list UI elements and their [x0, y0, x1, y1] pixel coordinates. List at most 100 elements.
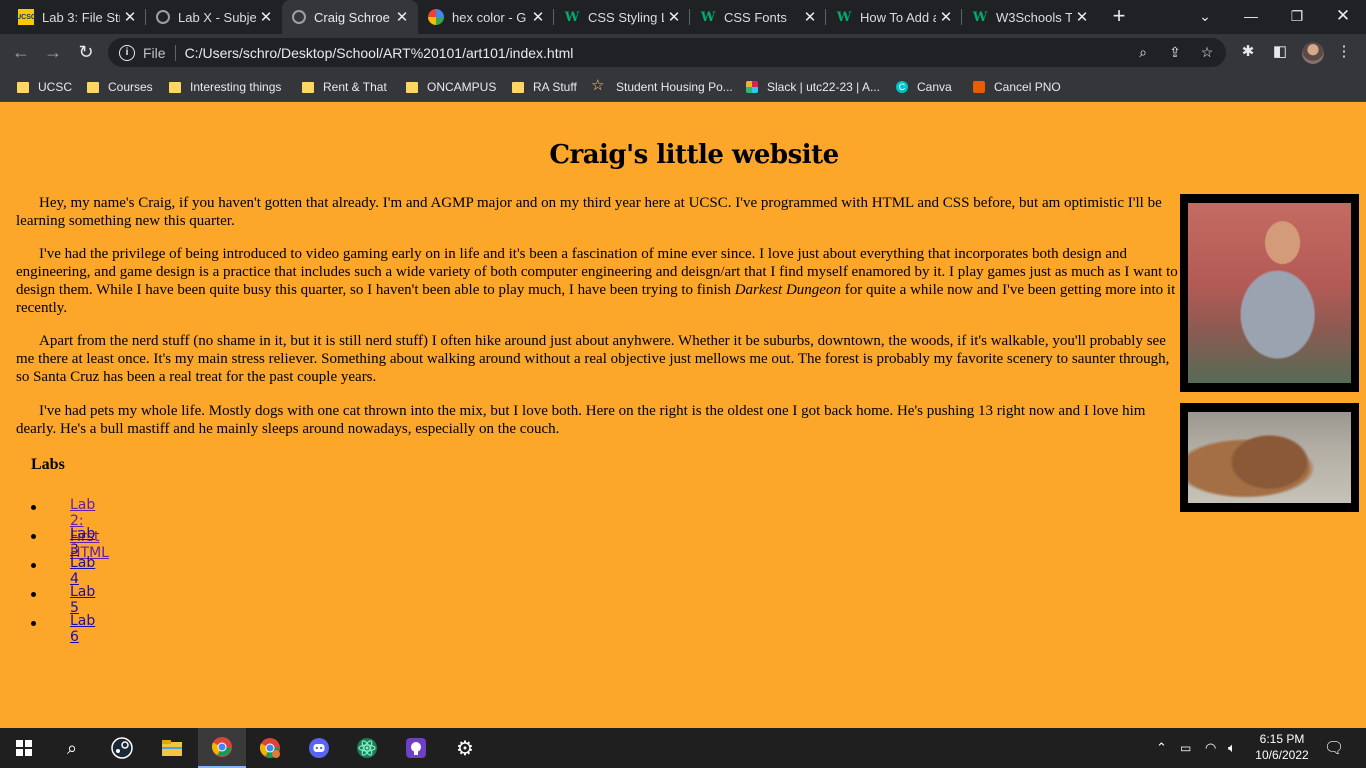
bookmark-slack[interactable]: Slack | utc22-23 | A... [746, 77, 880, 97]
bookmark-label: Interesting things [190, 80, 282, 94]
close-icon[interactable]: ✕ [392, 8, 412, 26]
w3schools-icon: W [700, 9, 716, 25]
bookmark-oncampus[interactable]: ONCAMPUS [406, 77, 496, 97]
bookmark-label: ONCAMPUS [427, 80, 497, 94]
tab-title: hex color - G [452, 9, 527, 25]
bookmark-label: Courses [108, 80, 153, 94]
close-icon[interactable]: ✕ [664, 8, 684, 26]
hiking-paragraph: Apart from the nerd stuff (no shame in i… [16, 333, 1170, 385]
forward-arrow-icon[interactable]: → [39, 39, 67, 67]
tab-craig[interactable]: Craig Schroe ✕ [282, 0, 418, 34]
craig-photo [1188, 203, 1351, 383]
minimize-button[interactable]: — [1228, 0, 1274, 34]
bookmark-ra-stuff[interactable]: RA Stuff [512, 77, 577, 97]
chrome-icon[interactable] [198, 728, 246, 768]
chevron-up-icon[interactable]: ⌃ [1156, 728, 1167, 768]
tab-hex-color[interactable]: hex color - G ✕ [418, 0, 554, 34]
clock-date: 10/6/2022 [1255, 748, 1309, 762]
game-title: Darkest Dungeon [734, 282, 841, 298]
lab-6-link[interactable]: Lab 6 [70, 613, 95, 645]
side-panel-icon[interactable]: ◧ [1270, 42, 1290, 62]
folder-icon [17, 81, 29, 93]
tab-how-to-add[interactable]: W How To Add a ✕ [826, 0, 962, 34]
folder-icon [406, 81, 418, 93]
close-icon[interactable]: ✕ [800, 8, 820, 26]
zoom-icon[interactable]: ⌕ [1134, 43, 1152, 61]
folder-icon [87, 81, 99, 93]
tab-labx[interactable]: Lab X - Subje ✕ [146, 0, 282, 34]
reload-icon[interactable]: ↻ [72, 39, 100, 67]
pets-paragraph: I've had pets my whole life. Mostly dogs… [16, 403, 1146, 437]
bookmarks-bar: UCSC Courses Interesting things Rent & T… [0, 71, 1366, 102]
close-icon[interactable]: ✕ [528, 8, 548, 26]
file-explorer-icon[interactable] [148, 728, 196, 768]
notifications-icon[interactable]: 🗨︎ [1324, 728, 1344, 768]
wifi-icon[interactable]: ◠ [1205, 728, 1216, 768]
profile-photo-frame [1180, 194, 1359, 392]
url-text[interactable]: C:/Users/schro/Desktop/School/ART%20101/… [185, 45, 574, 61]
bookmark-courses[interactable]: Courses [87, 77, 153, 97]
battery-icon[interactable]: ▭ [1180, 728, 1191, 768]
bookmark-label: Rent & That [323, 80, 387, 94]
dog-photo [1188, 412, 1351, 503]
intro-paragraph: Hey, my name's Craig, if you haven't got… [16, 195, 1162, 229]
gaming-paragraph: I've had the privilege of being introduc… [16, 245, 1178, 317]
start-icon[interactable] [0, 728, 48, 768]
share-icon[interactable]: ⇪ [1166, 43, 1184, 61]
back-arrow-icon[interactable]: ← [7, 39, 35, 67]
address-bar[interactable]: i File C:/Users/schro/Desktop/School/ART… [108, 38, 1226, 67]
search-icon[interactable]: ⌕ [48, 728, 96, 768]
bookmark-cancel-pno[interactable]: Cancel PNO [973, 77, 1061, 97]
bookmark-label: UCSC [38, 80, 73, 94]
restore-button[interactable]: ❐ [1274, 0, 1320, 34]
w3schools-icon: W [972, 9, 988, 25]
system-clock[interactable]: 6:15 PM 10/6/2022 [1248, 731, 1316, 763]
bookmark-student-housing[interactable]: ☆ Student Housing Po... [591, 77, 733, 97]
atom-icon[interactable] [343, 728, 391, 768]
settings-icon[interactable]: ⚙ [441, 728, 489, 768]
w3schools-icon: W [836, 9, 852, 25]
lab-3-link[interactable]: Lab 3 [70, 526, 95, 558]
web-page: Craig's little website Hey, my name's Cr… [0, 102, 1366, 728]
tab-search-chevron-icon[interactable]: ⌄ [1182, 0, 1228, 34]
bookmark-label: Canva [917, 80, 952, 94]
labs-heading: Labs [31, 456, 65, 473]
close-icon[interactable]: ✕ [1072, 8, 1092, 26]
tab-strip: UCSC Lab 3: File Str ✕ Lab X - Subje ✕ C… [0, 0, 1366, 34]
profile-avatar[interactable] [1302, 42, 1324, 64]
bookmark-interesting-things[interactable]: Interesting things [169, 77, 281, 97]
bookmark-canva[interactable]: C Canva [896, 77, 952, 97]
bookmark-rent-and-that[interactable]: Rent & That [302, 77, 387, 97]
close-icon[interactable]: ✕ [256, 8, 276, 26]
w3schools-icon: W [564, 9, 580, 25]
github-icon[interactable] [392, 728, 440, 768]
bookmark-label: RA Stuff [533, 80, 577, 94]
steam-icon[interactable] [98, 728, 146, 768]
discord-icon[interactable] [295, 728, 343, 768]
canva-icon: C [896, 81, 908, 93]
chrome-profile-icon[interactable] [246, 728, 294, 768]
window-close-button[interactable]: ✕ [1320, 0, 1366, 34]
bookmark-star-icon[interactable]: ☆ [1198, 43, 1216, 61]
windows-taskbar: ⌕ ⚙ ⌃ ▭ ◠ 🔈︎ 6:15 PM 10/6/2022 🗨︎ [0, 728, 1366, 768]
tab-w3schools-tryit[interactable]: W W3Schools Tr ✕ [962, 0, 1098, 34]
menu-kebab-icon[interactable]: ⋮ [1334, 42, 1354, 62]
bookmark-ucsc[interactable]: UCSC [17, 77, 72, 97]
close-icon[interactable]: ✕ [936, 8, 956, 26]
bookmark-icon [973, 81, 985, 93]
lab-5-link[interactable]: Lab 5 [70, 584, 95, 616]
tab-css-fonts[interactable]: W CSS Fonts ✕ [690, 0, 826, 34]
tab-title: Lab X - Subje [178, 9, 256, 25]
protocol-label: File [143, 44, 166, 61]
volume-icon[interactable]: 🔈︎ [1228, 728, 1236, 768]
info-icon[interactable]: i [119, 44, 135, 61]
close-icon[interactable]: ✕ [120, 8, 140, 26]
tab-lab3[interactable]: UCSC Lab 3: File Str ✕ [8, 0, 146, 34]
new-tab-button[interactable]: + [1106, 4, 1132, 30]
bookmark-label: Slack | utc22-23 | A... [767, 80, 880, 94]
extensions-icon[interactable]: ✱ [1238, 42, 1258, 62]
star-icon: ☆ [591, 77, 605, 94]
tab-title: Craig Schroe [314, 9, 390, 25]
lab-4-link[interactable]: Lab 4 [70, 555, 95, 587]
tab-css-styling[interactable]: W CSS Styling L ✕ [554, 0, 690, 34]
